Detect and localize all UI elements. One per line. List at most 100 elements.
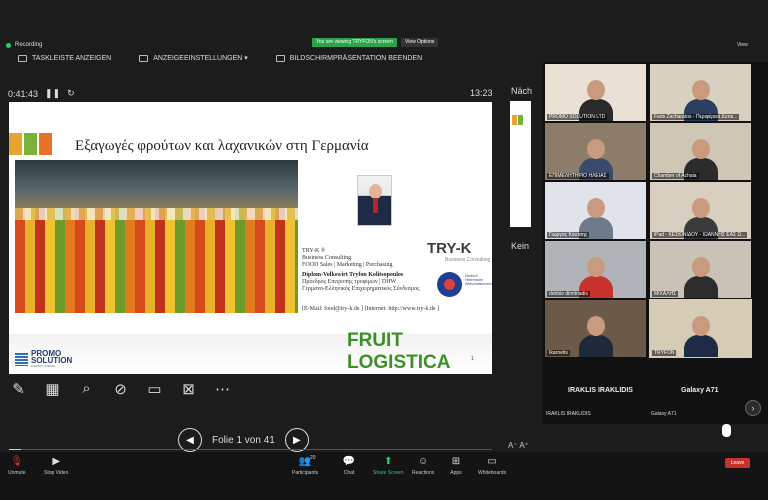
view-options-button[interactable]: View Options — [401, 38, 439, 47]
fruit-logistica-logo-line2: LOGISTICA — [347, 352, 451, 373]
end-slideshow-button[interactable]: BILDSCHIRMPRÄSENTATION BEENDEN — [275, 54, 423, 62]
tryk-logo: TRY-K — [427, 240, 472, 257]
annotation-toolbar: ✎ ▦ ⌕ ⊘ ▭ ⊠ ⋯ — [9, 379, 232, 398]
share-screen-label: Share Screen — [373, 470, 404, 476]
presentation-timer: 0:41:43 ❚❚ ↻ — [8, 88, 75, 99]
leave-button[interactable]: Leave — [725, 458, 750, 468]
pause-icon[interactable]: ❚❚ — [45, 88, 60, 99]
apps-button[interactable]: ⊞ Apps — [450, 455, 462, 477]
promo-solution-logo: PROMO SOLUTION EXHIBIT CREATE — [15, 350, 72, 368]
participant-name-label: Γιώργος Κούτσης — [547, 232, 590, 238]
participant-name-large: Galaxy A71 — [681, 387, 719, 394]
reactions-icon: ☺ — [418, 455, 429, 467]
apps-label: Apps — [450, 470, 462, 476]
recording-dot-icon — [6, 42, 11, 48]
whiteboard-icon: ▭ — [487, 455, 497, 467]
participant-name-label: TRYFON — [652, 350, 677, 356]
slide-title: Εξαγωγές φρούτων και λαχανικών στη Γερμα… — [75, 138, 369, 154]
participant-video-tile[interactable]: Ikarnetis — [545, 300, 646, 357]
speaker-name: Diplom-Volkswirt Tryfon Kolitsopoulos — [302, 272, 404, 278]
reactions-button[interactable]: ☺ Reactions — [412, 455, 434, 477]
recording-label: Recording — [15, 42, 43, 48]
participant-body — [684, 335, 718, 357]
show-taskbar-button[interactable]: TASKLEISTE ANZEIGEN — [18, 54, 111, 62]
participants-label: Participants — [292, 470, 319, 476]
participant-video-tile[interactable]: PROMO SOLUTION LTD — [545, 64, 646, 121]
participant-head — [587, 316, 605, 336]
subtitles-icon[interactable]: ▭ — [145, 379, 164, 398]
participant-name-label: debbie dimitriadis — [547, 291, 590, 297]
participant-head — [587, 198, 605, 218]
dhw-logo-text: Deutsch Hellenische Wirtschaftsvereinigu… — [465, 274, 492, 286]
camera-off-icon[interactable]: ⊠ — [179, 379, 198, 398]
magnifier-icon[interactable]: ⌕ — [77, 379, 96, 398]
stop-video-label: Stop Video — [44, 470, 69, 476]
font-size-controls[interactable]: A⁻ A⁺ — [508, 441, 529, 450]
mouse-cursor-icon — [722, 424, 731, 437]
promo-name-2: SOLUTION — [31, 356, 73, 365]
participant-head — [587, 139, 605, 159]
share-screen-icon: ⬆ — [384, 455, 393, 467]
stop-video-button[interactable]: ▶ Stop Video — [44, 455, 69, 477]
gallery-view-label[interactable]: View — [737, 42, 748, 48]
speaker-portrait — [357, 175, 392, 226]
video-camera-icon: ▶ — [52, 455, 61, 467]
info-line: FOOD Sales | Marketing | Purchasing — [302, 262, 393, 268]
market-hall-ceiling — [15, 160, 298, 208]
participant-name-label: iPad - ΚΕΣΚΙΝΙΔΟΥ - ΙΩΑΝΝΗΣ ΕΑΣ Ω... — [652, 232, 748, 238]
chat-icon: 💬 — [342, 455, 356, 467]
participant-name-label: Chamber of Achaia — [652, 173, 699, 179]
gallery-next-page-button[interactable]: › — [745, 400, 761, 416]
participant-video-tile[interactable]: ΜΙΧΑΛΗΣ — [650, 241, 751, 298]
display-settings-button[interactable]: ANZEIGEEINSTELLUNGEN ▾ — [139, 54, 248, 62]
fruit-logistica-logo-line1: FRUIT — [347, 330, 403, 351]
recording-indicator[interactable]: Recording — [6, 42, 42, 48]
slide-square-3 — [39, 133, 52, 155]
current-slide: Εξαγωγές φρούτων και λαχανικών στη Γερμα… — [9, 102, 492, 374]
role-line: Πρόεδρος Επιτροπής τροφίμων | DHW — [302, 279, 397, 285]
participant-video-tile[interactable]: iPad - ΚΕΣΚΙΝΙΔΟΥ - ΙΩΑΝΝΗΣ ΕΑΣ Ω... — [650, 182, 751, 239]
promo-mark-icon — [15, 352, 28, 366]
participant-name-label: ΜΙΧΑΛΗΣ — [652, 291, 679, 297]
restart-icon[interactable]: ↻ — [67, 88, 75, 99]
participant-video-tile[interactable]: Chamber of Achaia — [650, 123, 751, 180]
participant-video-tile[interactable]: debbie dimitriadis — [545, 241, 646, 298]
viewing-screen-banner: You are viewing TRYFON's screen — [312, 38, 397, 47]
laser-icon[interactable]: ⊘ — [111, 379, 130, 398]
participant-name-label: PROMO SOLUTION LTD — [547, 114, 608, 120]
chat-button[interactable]: 💬 Chat — [342, 455, 356, 477]
slide-progress-fill — [9, 449, 21, 450]
pen-icon[interactable]: ✎ — [9, 379, 28, 398]
slides-icon[interactable]: ▦ — [43, 379, 62, 398]
dhw-logo — [437, 272, 462, 297]
display-settings-label: ANZEIGEEINSTELLUNGEN ▾ — [153, 55, 248, 62]
end-slideshow-label: BILDSCHIRMPRÄSENTATION BEENDEN — [289, 54, 423, 62]
apps-icon: ⊞ — [451, 455, 461, 467]
participant-name-small: Galaxy A71 — [651, 411, 677, 417]
participant-video-tile[interactable]: Faris Zacharatos - Περιφέρεια Δυτικ... — [650, 64, 751, 121]
slideshow-toolbar: TASKLEISTE ANZEIGEN ANZEIGEEINSTELLUNGEN… — [18, 54, 450, 62]
participant-video-tile[interactable]: Γιώργος Κούτσης — [545, 182, 646, 239]
slide-progress-bar — [9, 449, 492, 450]
end-slideshow-icon — [275, 54, 285, 62]
participant-head — [587, 80, 605, 100]
info-line: Business Consulting — [302, 255, 352, 261]
unmute-button[interactable]: 🎙 Unmute — [8, 455, 26, 477]
participant-name-large: IRAKLIS IRAKLIDIS — [568, 387, 633, 394]
participant-body — [579, 335, 613, 357]
more-icon[interactable]: ⋯ — [213, 379, 232, 398]
microphone-muted-icon: 🎙 — [10, 455, 24, 467]
next-slide-preview[interactable] — [510, 101, 531, 227]
chat-label: Chat — [343, 470, 355, 476]
participant-body — [684, 276, 718, 298]
display-settings-icon — [139, 54, 149, 62]
market-crates — [15, 208, 298, 220]
whiteboards-button[interactable]: ▭ Whiteboards — [478, 455, 506, 477]
contact-line: [E-Mail: food@try-k.de ] [Internet: http… — [302, 306, 440, 312]
company-info: TRY-K ® Business Consulting FOOD Sales |… — [302, 248, 419, 293]
share-screen-button[interactable]: ⬆ Share Screen — [373, 455, 404, 477]
participant-name-label: ΕΠΙΜΕΛΗΤΗΡΙΟ ΗΛΕΙΑΣ — [547, 173, 609, 179]
participant-name-label: Faris Zacharatos - Περιφέρεια Δυτικ... — [652, 114, 740, 120]
participant-video-tile[interactable]: ΕΠΙΜΕΛΗΤΗΡΙΟ ΗΛΕΙΑΣ — [545, 123, 646, 180]
participant-video-tile[interactable]: TRYFON — [649, 299, 752, 358]
